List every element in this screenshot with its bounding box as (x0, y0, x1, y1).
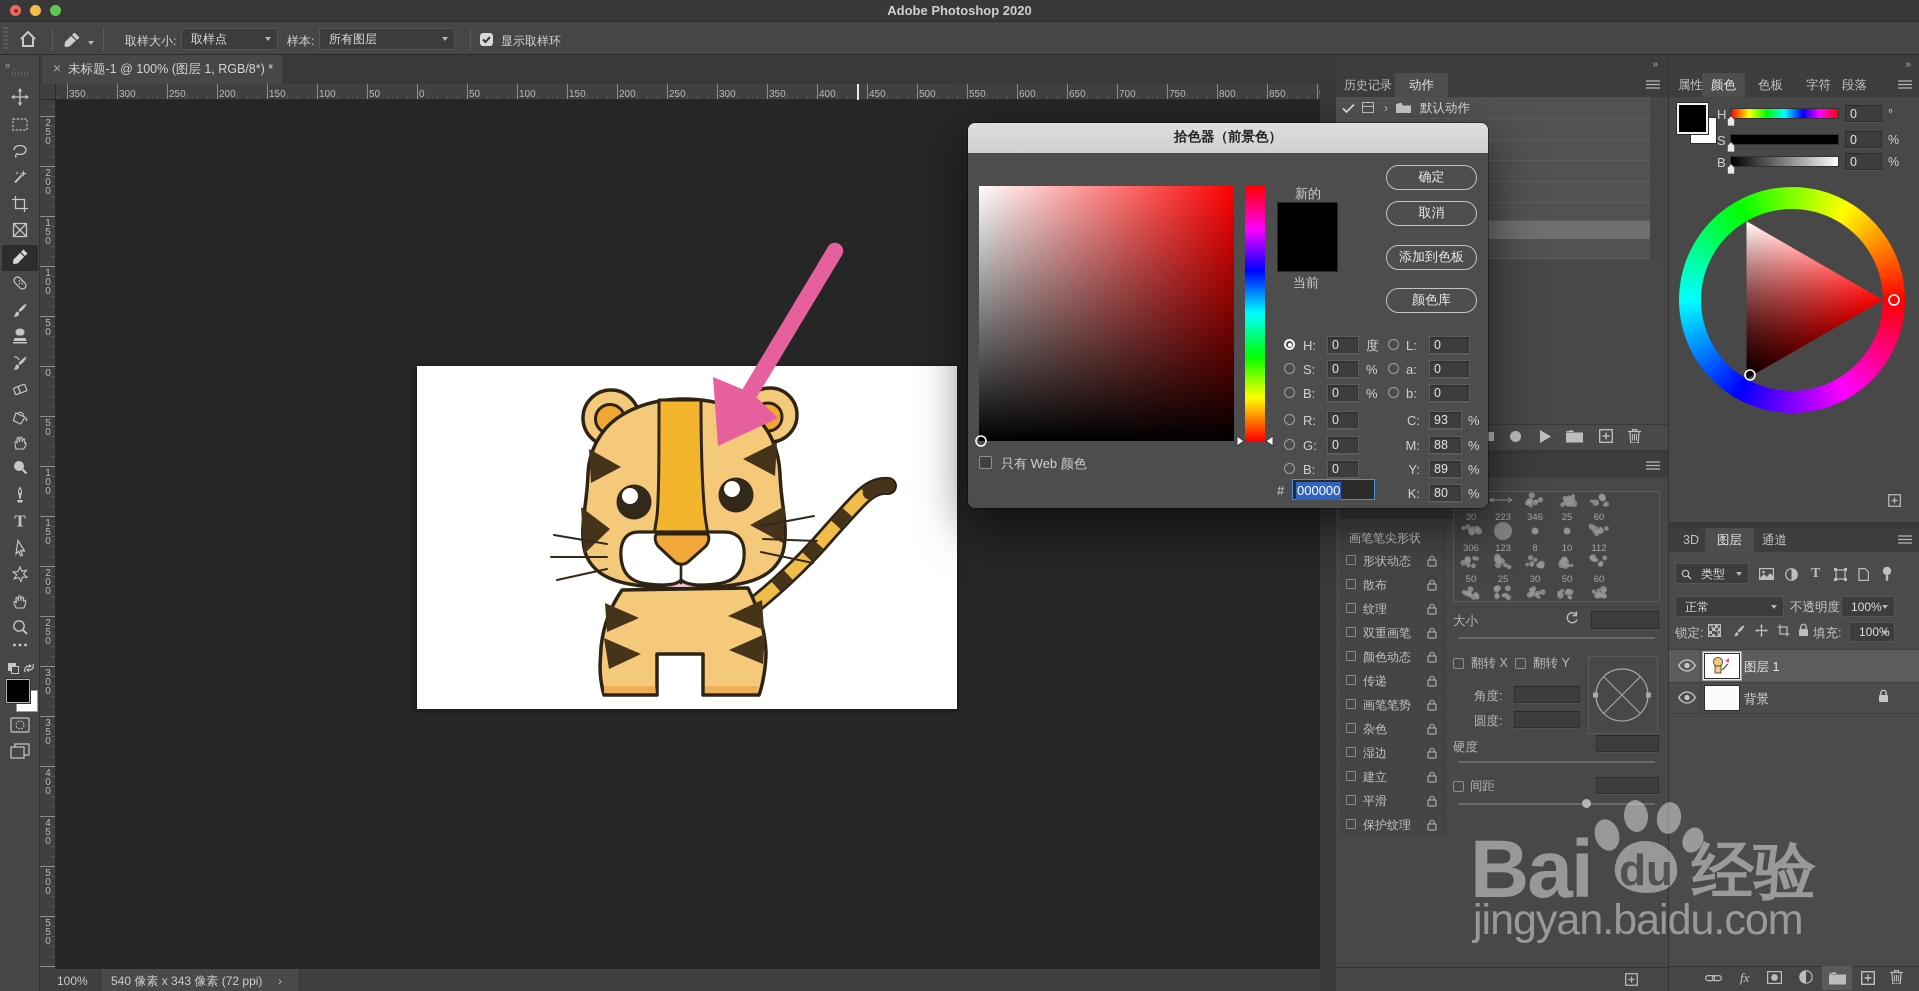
svg-text:25: 25 (1562, 512, 1573, 523)
svg-text:112: 112 (1591, 543, 1606, 554)
svg-text:8: 8 (1532, 543, 1537, 554)
svg-text:30: 30 (1530, 574, 1541, 585)
svg-text:50: 50 (1466, 574, 1477, 585)
svg-text:10: 10 (1562, 543, 1573, 554)
svg-text:223: 223 (1495, 512, 1511, 523)
svg-text:60: 60 (1594, 574, 1605, 585)
svg-text:306: 306 (1463, 543, 1479, 554)
svg-text:123: 123 (1495, 543, 1511, 554)
svg-text:30: 30 (1466, 512, 1477, 523)
svg-text:T: T (14, 512, 26, 530)
svg-text:346: 346 (1527, 512, 1543, 523)
svg-text:25: 25 (1498, 574, 1509, 585)
svg-text:60: 60 (1594, 512, 1605, 523)
svg-text:50: 50 (1562, 574, 1573, 585)
